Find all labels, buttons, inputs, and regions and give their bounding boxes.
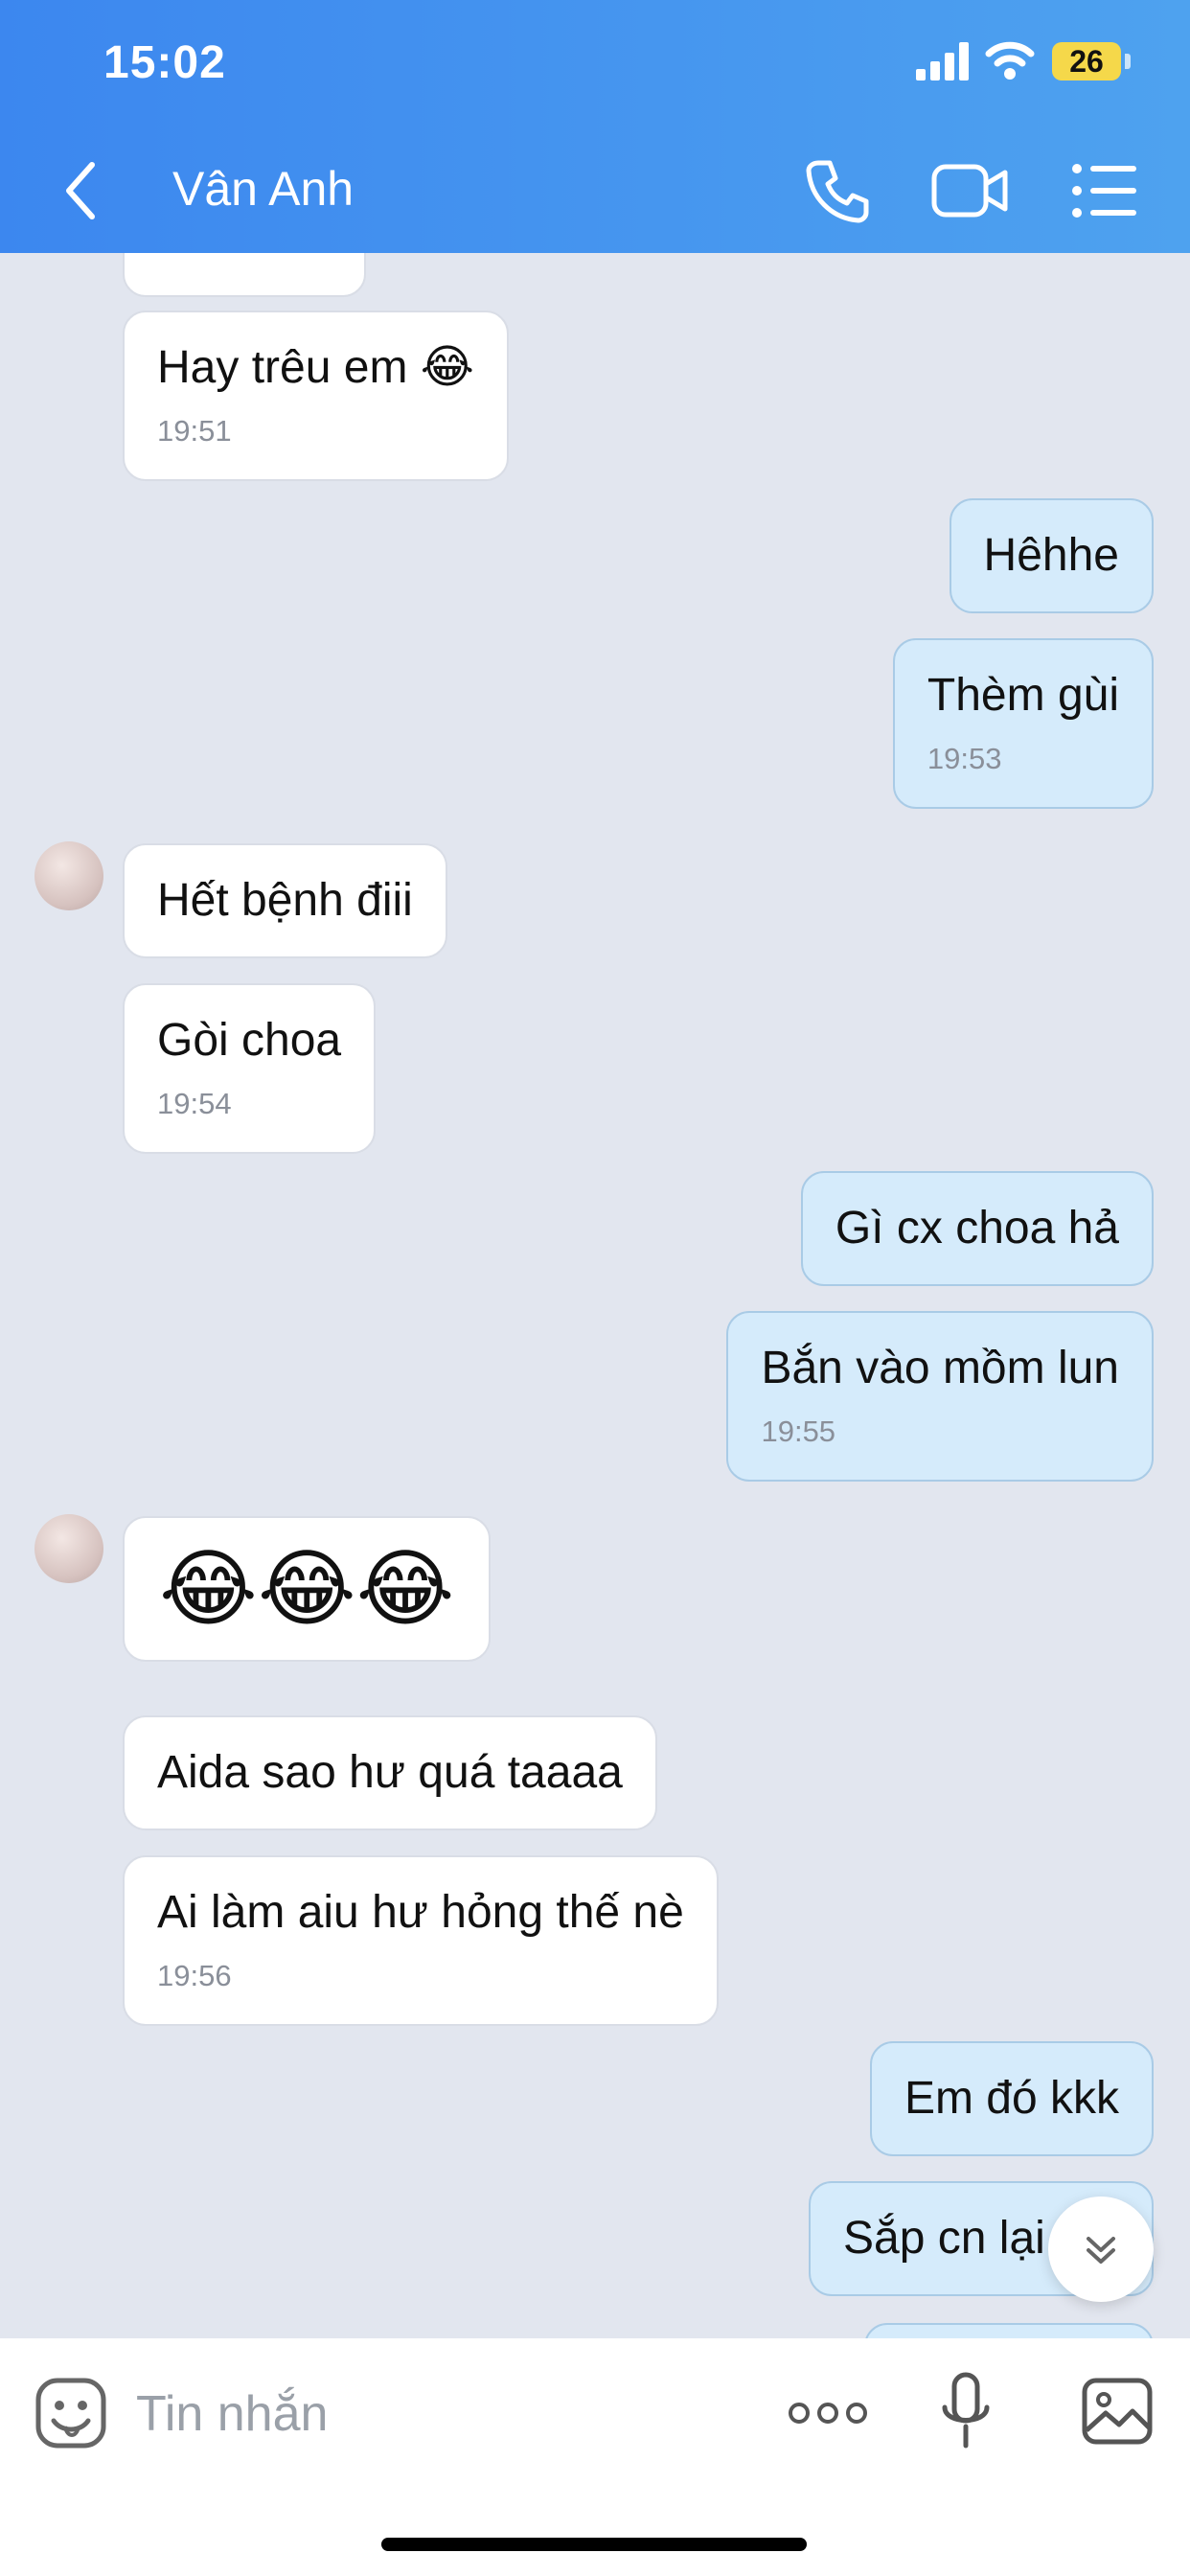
message-time: 19:51	[157, 414, 232, 448]
message-bubble-outgoing[interactable]: Gì cx choa hả	[800, 1171, 1154, 1286]
message-bubble-incoming[interactable]: Ai làm aiu hư hỏng thế nè 19:56	[123, 1855, 719, 2026]
message-text: Hết bệnh điii	[157, 875, 413, 926]
status-time: 15:02	[103, 37, 226, 88]
message-text: Hêhhe	[983, 530, 1119, 581]
wifi-icon	[985, 41, 1035, 80]
avatar[interactable]	[34, 1514, 103, 1583]
message-text: Thèm gùi	[927, 670, 1119, 721]
message-text: Ai làm aiu hư hỏng thế nè	[157, 1887, 684, 1938]
message-bubble-outgoing[interactable]: Hêhhe	[949, 498, 1154, 613]
chat-header: 15:02 26 Vân Anh	[0, 0, 1190, 253]
message-bubble-incoming[interactable]: Gòi choa 19:54	[123, 983, 377, 1154]
message-text: Em đó kkk	[904, 2073, 1119, 2124]
microphone-icon[interactable]	[939, 2371, 993, 2453]
message-bubble-outgoing[interactable]: Em đó kkk	[869, 2041, 1154, 2156]
chevrons-down-icon	[1087, 2237, 1115, 2264]
message-text: Aida sao hư quá taaaa	[157, 1747, 623, 1798]
message-bubble-incoming[interactable]: Aida sao hư quá taaaa	[123, 1715, 657, 1830]
message-emoji: 😂😂😂	[159, 1541, 455, 1636]
message-bubble-incoming[interactable]: Hay trêu em 😂 19:51	[123, 310, 509, 481]
sticker-emoji-icon[interactable]	[34, 2377, 107, 2450]
battery-tip	[1125, 54, 1131, 69]
message-bubble-incoming[interactable]: Hết bệnh điii	[123, 843, 447, 958]
battery-indicator: 26	[1052, 42, 1121, 80]
message-bubble-partial[interactable]	[123, 253, 366, 297]
message-text: Gòi choa	[157, 1015, 342, 1066]
message-text: Bắn vào mồm lun	[761, 1343, 1119, 1393]
image-gallery-icon[interactable]	[1081, 2377, 1154, 2446]
message-list[interactable]: Hay trêu em 😂 19:51 Hêhhe Thèm gùi 19:53…	[0, 253, 1190, 2338]
message-text: Hay trêu em 😂	[157, 342, 474, 393]
more-options-icon[interactable]	[788, 2394, 868, 2432]
list-menu-icon[interactable]	[1071, 161, 1138, 220]
message-text: Gì cx choa hả	[835, 1203, 1119, 1254]
message-time: 19:56	[157, 1959, 232, 1992]
message-time: 19:53	[927, 742, 1002, 775]
message-bubble-outgoing[interactable]: Thèm gùi 19:53	[892, 638, 1154, 809]
video-camera-icon[interactable]	[931, 161, 1008, 220]
contact-name[interactable]: Vân Anh	[172, 161, 354, 217]
message-bubble-partial[interactable]	[864, 2323, 1154, 2338]
avatar[interactable]	[34, 841, 103, 910]
message-time: 19:55	[761, 1414, 836, 1448]
message-bubble-incoming[interactable]: 😂😂😂	[123, 1516, 492, 1662]
scroll-to-bottom-button[interactable]	[1048, 2196, 1154, 2302]
cellular-signal-icon	[916, 42, 969, 80]
message-text: Sắp cn lại	[843, 2213, 1045, 2264]
chevron-left-icon[interactable]	[57, 157, 105, 224]
message-input[interactable]	[134, 2377, 751, 2451]
message-time: 19:54	[157, 1087, 232, 1120]
home-indicator	[381, 2538, 807, 2551]
phone-icon[interactable]	[805, 157, 872, 224]
message-bubble-outgoing[interactable]: Bắn vào mồm lun 19:55	[726, 1311, 1154, 1482]
